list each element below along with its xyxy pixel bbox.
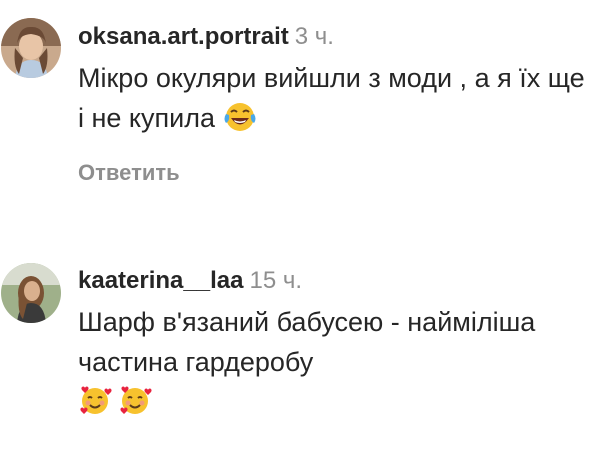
comment-meta: kaaterina__laa 15 ч. — [78, 264, 592, 298]
smiling-face-with-hearts-icon — [78, 384, 112, 423]
comment-text: Шарф в'язаний бабусею - найміліша частин… — [78, 307, 536, 377]
comment-text: Мікро окуляри вийшли з моди , а я їх ще … — [78, 58, 598, 144]
comments-list: oksana.art.portrait 3 ч. Мікро окуляри ви… — [0, 0, 600, 450]
smiling-face-with-hearts-icon — [118, 384, 152, 423]
username[interactable]: kaaterina__laa — [78, 267, 243, 294]
username[interactable]: oksana.art.portrait — [78, 23, 289, 50]
avatar[interactable] — [1, 263, 61, 323]
comment-meta: oksana.art.portrait 3 ч. — [78, 20, 592, 54]
avatar-image — [1, 18, 61, 78]
avatar-image — [1, 263, 61, 323]
comment-time: 15 ч. — [249, 267, 303, 294]
comment-text-content: Мікро окуляри вийшли з моди , а я їх ще … — [78, 63, 585, 133]
avatar[interactable] — [1, 18, 61, 78]
reply-button[interactable]: Ответить — [78, 160, 592, 186]
tears-of-joy-icon — [223, 101, 257, 144]
emoji-row — [78, 384, 592, 423]
comment-time: 3 ч. — [294, 23, 334, 50]
